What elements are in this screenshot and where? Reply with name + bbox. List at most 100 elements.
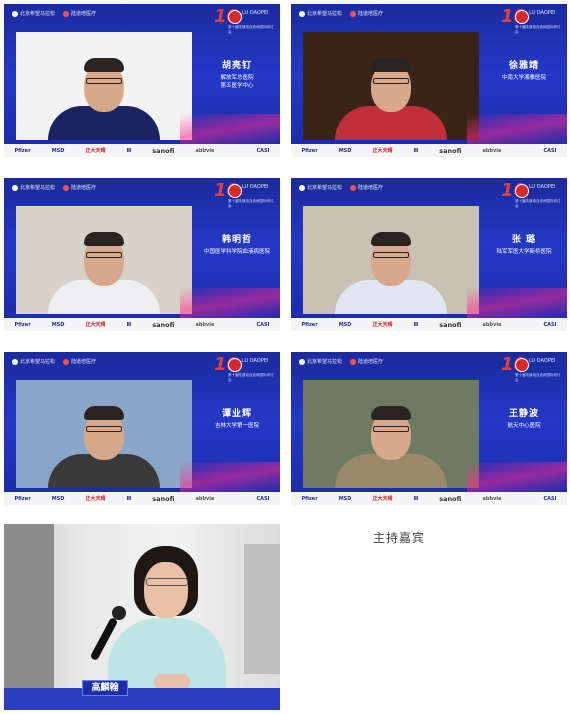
sponsor-casi: CASI [256,147,270,154]
event-subtitle: 第十届陆道培血液病国际研讨会 [228,199,274,208]
org-logos: 北京希望马拉松 陆道培医疗 [12,184,96,191]
speaker-info: 谭业辉 吉林大学第一医院 [194,406,280,430]
cross-badge-icon [228,10,242,24]
sponsor-logo-4: Ⅲ [413,495,419,502]
sponsor-bar: Pfizer MSD 正大天晴 Ⅲ sanofi abbvie CASI [291,144,567,157]
sponsor-bar: Pfizer MSD 正大天晴 Ⅲ sanofi abbvie CASI [4,144,280,157]
org-logo-1: 北京希望马拉松 [299,358,342,365]
sponsor-casi: CASI [543,321,557,328]
event-logo: 10 LU DAOPEI 第十届陆道培血液病国际研讨会 [214,180,274,208]
affiliation-line-1: 中南大学湘雅医院 [501,75,546,81]
speaker-glasses [373,78,409,84]
speaker-hair [84,232,124,246]
sponsor-msd: MSD [338,495,352,502]
org1-label: 北京希望马拉松 [307,11,343,17]
speaker-glasses [86,252,122,258]
affiliation-line-2: 第五医学中心 [220,83,254,89]
tile-header: 北京希望马拉松 陆道培医疗 10 LU DAOPEI 第十届陆道培血液病国际研讨… [291,352,567,382]
speaker-info: 韩明哲 中国医学科学院血液病医院 [194,232,280,256]
sponsor-sanofi: sanofi [439,494,462,503]
sponsor-sanofi: sanofi [439,146,462,155]
decorative-wave [180,114,280,144]
sponsor-casi: CASI [256,321,270,328]
org-logo-1: 北京希望马拉松 [12,10,55,17]
speaker-name: 韩明哲 [221,235,252,245]
cross-badge-icon [515,184,529,198]
sponsor-abbvie: abbvie [482,321,502,328]
speaker-affiliation: 吉林大学第一医院 [194,422,280,430]
speaker-info: 张 璐 陆军军医大学新桥医院 [481,232,567,256]
event-subtitle: 第十届陆道培血液病国际研讨会 [515,25,561,34]
org-icon [12,358,18,365]
photo-shelf [244,544,280,674]
sponsor-abbvie: abbvie [195,147,215,154]
tile-header: 北京希望马拉松 陆道培医疗 10 LU DAOPEI 第十届陆道培血液病国际研讨… [4,178,280,208]
org1-label: 北京希望马拉松 [20,11,56,17]
cross-badge-icon [515,10,529,24]
org-logos: 北京希望马拉松 陆道培医疗 [12,358,96,365]
org-logos: 北京希望马拉松 陆道培医疗 [299,10,383,17]
sponsor-abbvie: abbvie [482,495,502,502]
sponsor-abbvie: abbvie [482,147,502,154]
org-logo-1: 北京希望马拉松 [299,184,342,191]
cross-badge-icon [228,184,242,198]
speaker-glasses [373,252,409,258]
sponsor-cttq: 正大天晴 [372,148,393,154]
video-tile-6: 北京希望马拉松 陆道培医疗 10 LU DAOPEI 第十届陆道培血液病国际研讨… [291,352,567,505]
sponsor-pfizer: Pfizer [14,147,31,154]
org1-label: 北京希望马拉松 [20,185,56,191]
photo-table [4,688,280,710]
org1-label: 北京希望马拉松 [20,359,56,365]
speaker-hair [84,406,124,420]
sponsor-msd: MSD [338,321,352,328]
tile-header: 北京希望马拉松 陆道培医疗 10 LU DAOPEI 第十届陆道培血液病国际研讨… [4,4,280,34]
cross-badge-icon [228,358,242,372]
host-glasses [146,578,188,586]
affiliation-line-1: 中国医学科学院血液病医院 [203,249,270,255]
speaker-glasses [373,426,409,432]
speaker-hair [371,232,411,246]
affiliation-line-1: 吉林大学第一医院 [214,423,259,429]
sponsor-cttq: 正大天晴 [372,322,393,328]
event-title: LU DAOPEI [242,358,269,364]
org-logo-1: 北京希望马拉松 [12,184,55,191]
speaker-glasses [86,78,122,84]
sponsor-bar: Pfizer MSD 正大天晴 Ⅲ sanofi abbvie CASI [4,318,280,331]
org-logo-1: 北京希望马拉松 [299,10,342,17]
sponsor-cttq: 正大天晴 [85,322,106,328]
speaker-affiliation: 中南大学湘雅医院 [481,74,567,82]
org-icon [63,10,70,17]
decorative-wave [467,462,567,492]
sponsor-pfizer: Pfizer [301,147,318,154]
speaker-name: 王静波 [508,409,539,419]
video-tile-3: 北京希望马拉松 陆道培医疗 10 LU DAOPEI 第十届陆道培血液病国际研讨… [4,178,280,331]
event-title: LU DAOPEI [529,358,556,364]
org-logos: 北京希望马拉松 陆道培医疗 [299,358,383,365]
org-icon [12,10,18,17]
event-title: LU DAOPEI [242,10,269,16]
speaker-affiliation: 航天中心医院 [481,422,567,430]
org-icon [63,184,70,191]
sponsor-msd: MSD [51,495,65,502]
speaker-affiliation: 陆军军医大学新桥医院 [481,248,567,256]
event-subtitle: 第十届陆道培血液病国际研讨会 [228,25,274,34]
org-logos: 北京希望马拉松 陆道培医疗 [12,10,96,17]
event-title: LU DAOPEI [529,10,556,16]
org-logo-1: 北京希望马拉松 [12,358,55,365]
sponsor-logo-4: Ⅲ [126,321,132,328]
event-title: LU DAOPEI [529,184,556,190]
speaker-name: 张 璐 [511,235,537,245]
event-subtitle: 第十届陆道培血液病国际研讨会 [228,373,274,382]
sponsor-casi: CASI [543,495,557,502]
sponsor-abbvie: abbvie [195,495,215,502]
tile-header: 北京希望马拉松 陆道培医疗 10 LU DAOPEI 第十届陆道培血液病国际研讨… [4,352,280,382]
org-logo-2: 陆道培医疗 [63,358,96,365]
tile-header: 北京希望马拉松 陆道培医疗 10 LU DAOPEI 第十届陆道培血液病国际研讨… [291,4,567,34]
org-icon [350,358,357,365]
org-icon [63,358,70,365]
org-icon [350,184,357,191]
sponsor-cttq: 正大天晴 [85,148,106,154]
org2-label: 陆道培医疗 [71,11,97,17]
sponsor-msd: MSD [338,147,352,154]
sponsor-sanofi: sanofi [152,320,175,329]
